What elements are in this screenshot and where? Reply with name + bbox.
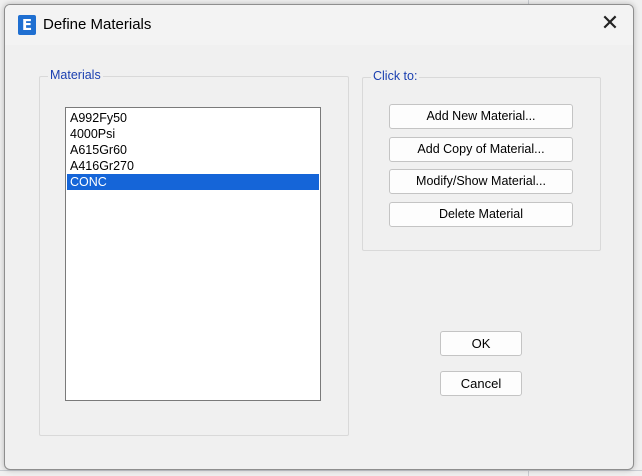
materials-listbox[interactable]: A992Fy50 4000Psi A615Gr60 A416Gr270 CONC	[65, 107, 321, 401]
material-list-item[interactable]: CONC	[67, 174, 319, 190]
click-to-group-label: Click to:	[371, 69, 420, 83]
material-list-item[interactable]: A992Fy50	[67, 110, 319, 126]
material-list-item[interactable]: A615Gr60	[67, 142, 319, 158]
materials-group-label: Materials	[48, 68, 103, 82]
delete-material-button[interactable]: Delete Material	[389, 202, 573, 227]
app-logo-icon: E	[18, 15, 36, 35]
add-new-material-button[interactable]: Add New Material...	[389, 104, 573, 129]
materials-group: Materials A992Fy50 4000Psi A615Gr60 A416Gr2…	[39, 68, 349, 436]
material-list-item[interactable]: 4000Psi	[67, 126, 319, 142]
add-copy-of-material-button[interactable]: Add Copy of Material...	[389, 137, 573, 162]
ok-button[interactable]: OK	[440, 331, 522, 356]
define-materials-dialog: E Define Materials ✕ Materials A992Fy50 4…	[4, 4, 634, 470]
title-bar[interactable]: E Define Materials ✕	[5, 5, 633, 45]
background-line	[0, 470, 642, 471]
window-title: Define Materials	[43, 16, 152, 33]
material-list-item[interactable]: A416Gr270	[67, 158, 319, 174]
close-button[interactable]: ✕	[595, 11, 625, 39]
modify-show-material-button[interactable]: Modify/Show Material...	[389, 169, 573, 194]
cancel-button[interactable]: Cancel	[440, 371, 522, 396]
